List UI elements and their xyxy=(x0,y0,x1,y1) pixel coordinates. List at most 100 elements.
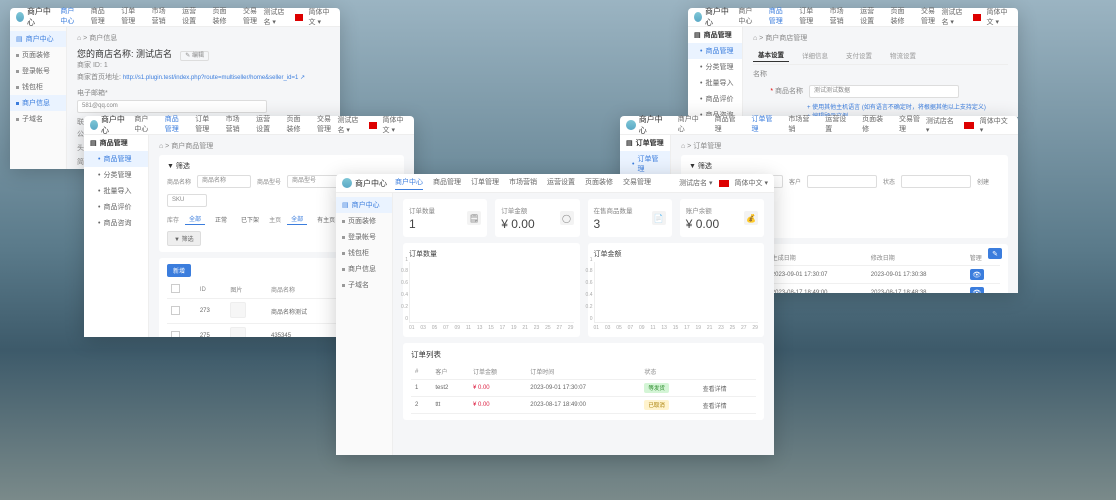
nav-item[interactable]: 运营设置 xyxy=(860,6,880,29)
sidebar-group[interactable]: ▤ 商品管理 xyxy=(84,135,148,151)
action-button[interactable]: ✎ xyxy=(988,248,1002,259)
view-detail-link[interactable]: 查看详情 xyxy=(699,397,756,414)
checkbox[interactable] xyxy=(171,331,180,338)
nav-item[interactable]: 订单管理 xyxy=(471,177,499,190)
store-selector[interactable]: 测试店名 ▾ xyxy=(337,115,362,135)
filter-button[interactable]: ▼ 筛选 xyxy=(167,231,201,246)
nav-item[interactable]: 页面装修 xyxy=(287,114,307,137)
sidebar-group[interactable]: ▤ 商品管理 xyxy=(688,27,742,43)
nav-item[interactable]: 交易管理 xyxy=(899,114,926,137)
store-selector[interactable]: 测试店名 ▾ xyxy=(263,7,288,27)
sub-tab[interactable]: 支付设置 xyxy=(841,48,877,62)
sidebar-item[interactable]: 商户信息 xyxy=(336,261,392,277)
sidebar-item[interactable]: 登录帐号 xyxy=(336,229,392,245)
filter-pill[interactable]: 正常 xyxy=(211,214,231,225)
sub-tab[interactable]: 物流设置 xyxy=(885,48,921,62)
sidebar-sub-item[interactable]: • 商品管理 xyxy=(688,43,742,59)
sub-tab[interactable]: 详细信息 xyxy=(797,48,833,62)
nav-item[interactable]: 订单管理 xyxy=(121,6,141,29)
model-input[interactable]: 商品型号 xyxy=(287,175,341,188)
nav-item[interactable]: 页面装修 xyxy=(891,6,911,29)
sidebar-section[interactable]: ▤ 商户中心 xyxy=(336,197,392,213)
nav-item[interactable]: 商户中心 xyxy=(134,114,154,137)
nav-item[interactable]: 交易管理 xyxy=(243,6,263,29)
sidebar-sub-item[interactable]: • 分类管理 xyxy=(688,59,742,75)
prod-name-input[interactable]: 测试测试数据 xyxy=(809,85,959,98)
nav-item[interactable]: 页面装修 xyxy=(862,114,889,137)
sku-input[interactable]: SKU xyxy=(167,194,207,207)
store-selector[interactable]: 测试店名 ▾ xyxy=(679,178,712,188)
sidebar-item[interactable]: 子域名 xyxy=(336,277,392,293)
home-url-link[interactable]: http://s1.plugin.test/index.php?route=mu… xyxy=(123,75,305,81)
filter-pill[interactable]: 全部 xyxy=(185,213,205,225)
nav-item[interactable]: 运营设置 xyxy=(182,6,202,29)
col-header[interactable]: # xyxy=(411,364,431,380)
sidebar-section[interactable]: ▤商户中心 xyxy=(10,31,66,47)
col-header[interactable]: 图片 xyxy=(226,281,267,299)
sidebar-sub-item[interactable]: • 商品评价 xyxy=(688,91,742,107)
nav-item[interactable]: 页面装修 xyxy=(213,6,233,29)
lang-selector[interactable]: 简体中文 ▾ xyxy=(980,116,1012,134)
sidebar-item[interactable]: 登录帐号 xyxy=(10,63,66,79)
sidebar-sub-item[interactable]: • 批量导入 xyxy=(688,75,742,91)
nav-item[interactable]: 交易管理 xyxy=(623,177,651,190)
col-header[interactable]: 商品名称 xyxy=(267,281,342,299)
filter-pill[interactable]: 全部 xyxy=(287,213,307,225)
table-row[interactable]: 1test2¥ 0.002023-09-01 17:30:07等发货查看详情 xyxy=(411,380,756,397)
nav-item[interactable]: 商品管理 xyxy=(715,114,742,137)
nav-item[interactable]: 市场营销 xyxy=(152,6,172,29)
nav-item[interactable]: 商户中心 xyxy=(738,6,758,29)
nav-item[interactable]: 页面装修 xyxy=(585,177,613,190)
sidebar-sub-item[interactable]: • 商品评价 xyxy=(84,199,148,215)
nav-item[interactable]: 运营设置 xyxy=(825,114,852,137)
lang-selector[interactable]: 简体中文 ▾ xyxy=(987,7,1012,27)
nav-item[interactable]: 订单管理 xyxy=(799,6,819,29)
col-header[interactable]: 客户 xyxy=(431,364,469,380)
view-detail-link[interactable]: 查看详情 xyxy=(699,380,756,397)
table-row[interactable]: 2ttt¥ 0.002023-08-17 18:49:00已取消查看详情 xyxy=(411,397,756,414)
col-header[interactable]: 修改日期 xyxy=(867,250,966,266)
sidebar-item[interactable]: 钱包柜 xyxy=(336,245,392,261)
cust-input[interactable] xyxy=(807,175,877,188)
nav-item[interactable]: 商户中心 xyxy=(395,177,423,190)
nav-item[interactable]: 商品管理 xyxy=(165,114,185,137)
nav-item[interactable]: 运营设置 xyxy=(547,177,575,190)
store-selector[interactable]: 测试店名 ▾ xyxy=(941,7,966,27)
nav-item[interactable]: 订单管理 xyxy=(751,114,778,137)
tip-link[interactable]: + 使用其他主机语言 (如有语言不确定时，将根据其他以上支持定义) xyxy=(807,102,1008,111)
lang-selector[interactable]: 简体中文 ▾ xyxy=(383,115,408,135)
nav-item[interactable]: 商户中心 xyxy=(678,114,705,137)
sidebar-sub-item[interactable]: • 分类管理 xyxy=(84,167,148,183)
sidebar-item[interactable]: 钱包柜 xyxy=(10,79,66,95)
filter-pill[interactable]: 已下架 xyxy=(237,214,263,225)
email-field[interactable]: 581@qq.com xyxy=(77,100,267,113)
store-selector[interactable]: 测试店名 ▾ xyxy=(926,116,958,134)
sidebar-item-active[interactable]: 商户信息 xyxy=(10,95,66,111)
nav-item[interactable]: 市场营销 xyxy=(226,114,246,137)
sidebar-sub-item[interactable]: • 商品管理 xyxy=(84,151,148,167)
nav-item[interactable]: 商品管理 xyxy=(433,177,461,190)
sidebar-item[interactable]: 页面装修 xyxy=(336,213,392,229)
nav-item[interactable]: 商品管理 xyxy=(769,6,789,29)
col-header[interactable]: ID xyxy=(196,281,227,299)
checkbox[interactable] xyxy=(171,284,180,293)
col-header[interactable]: 订单时间 xyxy=(526,364,640,380)
col-header[interactable]: 订单金额 xyxy=(469,364,526,380)
lang-selector[interactable]: 简体中文 ▾ xyxy=(735,178,768,188)
edit-button[interactable]: ✎ 编辑 xyxy=(180,51,209,61)
nav-item[interactable]: 市场营销 xyxy=(788,114,815,137)
name-input[interactable]: 商品名称 xyxy=(197,175,251,188)
checkbox[interactable] xyxy=(171,306,180,315)
nav-item[interactable]: 市场营销 xyxy=(509,177,537,190)
col-header[interactable]: 生成日期 xyxy=(768,250,867,266)
nav-item[interactable]: 交易管理 xyxy=(317,114,337,137)
lang-selector[interactable]: 简体中文 ▾ xyxy=(309,7,334,27)
sidebar-sub-item[interactable]: • 批量导入 xyxy=(84,183,148,199)
sidebar-sub-item[interactable]: • 商品咨询 xyxy=(84,215,148,231)
nav-item[interactable]: 商户中心 xyxy=(60,6,80,29)
view-button[interactable]: 👁 xyxy=(970,287,984,293)
nav-item[interactable]: 市场营销 xyxy=(830,6,850,29)
nav-item[interactable]: 商品管理 xyxy=(91,6,111,29)
col-header[interactable]: 状态 xyxy=(640,364,698,380)
add-button[interactable]: 新增 xyxy=(167,264,191,277)
